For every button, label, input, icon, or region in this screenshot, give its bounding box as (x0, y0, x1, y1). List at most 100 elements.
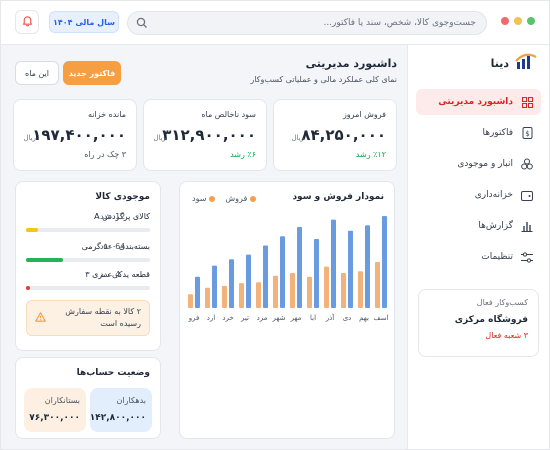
close-dot[interactable] (501, 17, 509, 25)
top-bar: جست‌وجوی کالا، شخص، سند یا فاکتور... سال… (1, 1, 549, 45)
bar-sales[interactable] (297, 227, 302, 308)
app-window: جست‌وجوی کالا، شخص، سند یا فاکتور... سال… (0, 0, 550, 450)
sidebar-item-reports[interactable]: گزارش‌ها (416, 213, 541, 239)
alert-text: ۲ کالا به نقطه سفارش رسیده است (65, 307, 141, 328)
bar-profit[interactable] (358, 271, 363, 308)
kpi-label: سود ناخالص ماه (201, 110, 256, 119)
svg-text:$: $ (525, 130, 529, 138)
business-branches: ۳ شعبه فعال (485, 331, 528, 340)
bar-profit[interactable] (324, 266, 329, 308)
bar-sales[interactable] (263, 245, 268, 308)
sidebar-nav: داشبورد مدیریتی $ فاکتورها انبار و موجود… (416, 89, 541, 275)
x-tick-label: دی (343, 314, 352, 322)
kpi-unit: ریال (153, 134, 166, 142)
sidebar-item-treasury[interactable]: خزانه‌داری (416, 182, 541, 208)
wallet-icon (521, 189, 533, 201)
page-subtitle: نمای کلی عملکرد مالی و عملیاتی کسب‌وکار (250, 75, 397, 84)
sidebar: دینا داشبورد مدیریتی $ فاکتورها انبار و … (407, 45, 549, 449)
invoice-icon: $ (521, 127, 533, 139)
bar-profit[interactable] (205, 287, 210, 308)
kpi-card-gross-profit: سود ناخالص ماه ۳۱۲,۹۰۰,۰۰۰ ریال ٪۶ رشد (143, 99, 267, 171)
x-tick-label: آذر (325, 313, 335, 322)
bar-profit[interactable] (222, 285, 227, 308)
bar-sales[interactable] (280, 236, 285, 308)
item-qty: 4 عدد (100, 270, 121, 279)
sidebar-item-invoices[interactable]: $ فاکتورها (416, 120, 541, 146)
bar-sales[interactable] (331, 219, 336, 308)
sidebar-item-settings[interactable]: تنظیمات (416, 244, 541, 270)
bar-profit[interactable] (290, 273, 295, 308)
kpi-growth: ٪۱۲ رشد (355, 150, 386, 159)
bar-profit[interactable] (375, 262, 380, 308)
warning-icon (35, 312, 46, 326)
legend-item-profit: سود (192, 194, 216, 203)
sidebar-item-label: خزانه‌داری (474, 190, 513, 200)
bar-profit[interactable] (188, 294, 193, 308)
kpi-value: ۱۹۷,۴۰۰,۰۰۰ (32, 126, 126, 144)
bar-profit[interactable] (239, 283, 244, 308)
business-name: فروشگاه مرکزی (454, 315, 528, 325)
kpi-value: ۳۱۲,۹۰۰,۰۰۰ (162, 126, 256, 144)
bar-profit[interactable] (273, 275, 278, 308)
chart-legend: فروش سود (192, 194, 257, 203)
page-title: داشبورد مدیریتی (305, 57, 397, 70)
bar-sales[interactable] (229, 259, 234, 308)
bar-sales[interactable] (348, 230, 353, 308)
x-tick-label: خرد (222, 314, 233, 322)
kpi-label: فروش امروز (342, 110, 386, 119)
main-content: داشبورد مدیریتی نمای کلی عملکرد مالی و ع… (1, 45, 407, 449)
fiscal-year-button[interactable]: سال مالی ۱۴۰۴ (49, 11, 119, 33)
stock-track (26, 258, 150, 262)
inventory-row[interactable]: بسته‌بندی ۵۰۰ گرمی 64 عدد (26, 242, 150, 270)
kpi-label: مانده خزانه (88, 110, 126, 119)
bar-sales[interactable] (314, 239, 319, 308)
stock-track (26, 228, 150, 232)
x-tick-label: بهم (359, 314, 369, 322)
period-button[interactable]: این ماه (15, 61, 59, 85)
x-tick-label: ابا (310, 314, 316, 322)
kpi-unit: ریال (23, 134, 36, 142)
debtors-box[interactable]: بدهکاران ۱۴۲,۸۰۰,۰۰۰ (90, 388, 152, 432)
minimize-dot[interactable] (514, 17, 522, 25)
sidebar-item-dashboard[interactable]: داشبورد مدیریتی (416, 89, 541, 115)
logo-icon (515, 53, 537, 74)
search-placeholder: جست‌وجوی کالا، شخص، سند یا فاکتور... (323, 18, 476, 28)
active-business-card[interactable]: کسب‌وکار فعال فروشگاه مرکزی ۳ شعبه فعال (418, 289, 539, 357)
chart-title: نمودار فروش و سود (292, 192, 384, 202)
new-invoice-button[interactable]: فاکتور جدید (63, 61, 121, 85)
inventory-row[interactable]: کالای پرگردش A 12 عدد (26, 212, 150, 240)
kpi-value: ۸۴,۲۵۰,۰۰۰ (301, 126, 386, 144)
inventory-title: موجودی کالا (95, 192, 150, 202)
x-tick-label: تیر (240, 314, 249, 322)
bar-sales[interactable] (195, 276, 200, 308)
sidebar-item-label: انبار و موجودی (457, 159, 513, 169)
bar-profit[interactable] (256, 282, 261, 308)
item-qty: 64 عدد (100, 242, 126, 251)
reorder-alert[interactable]: ۲ کالا به نقطه سفارش رسیده است (26, 300, 150, 336)
sidebar-item-inventory[interactable]: انبار و موجودی (416, 151, 541, 177)
bar-sales[interactable] (212, 265, 217, 308)
settings-icon (521, 251, 533, 263)
maximize-dot[interactable] (527, 17, 535, 25)
x-tick-label: اسف (373, 314, 388, 322)
sidebar-item-label: داشبورد مدیریتی (438, 97, 513, 107)
search-input[interactable]: جست‌وجوی کالا، شخص، سند یا فاکتور... (127, 11, 487, 35)
bell-icon (21, 14, 34, 30)
business-label: کسب‌وکار فعال (476, 298, 528, 307)
debtors-value: ۱۴۲,۸۰۰,۰۰۰ (89, 413, 146, 423)
notification-button[interactable] (15, 10, 39, 34)
brand[interactable]: دینا (491, 53, 537, 74)
creditors-box[interactable]: بستانکاران ۷۶,۳۰۰,۰۰۰ (24, 388, 86, 432)
stock-fill (26, 286, 30, 290)
bar-sales[interactable] (246, 254, 251, 308)
bar-profit[interactable] (341, 273, 346, 308)
bar-profit[interactable] (307, 276, 312, 308)
debtors-label: بدهکاران (116, 396, 146, 405)
kpi-growth: ٪۶ رشد (230, 150, 256, 159)
sidebar-item-label: گزارش‌ها (478, 221, 513, 231)
inventory-row[interactable]: قطعه یدکی سری ۳ 4 عدد (26, 270, 150, 298)
bar-sales[interactable] (365, 225, 370, 308)
stock-fill (26, 258, 64, 262)
bar-chart: فرو ارد خرد تیر مرد شهر مهر ابا آذر دی بهم اسف (188, 216, 389, 322)
bar-sales[interactable] (382, 216, 387, 308)
